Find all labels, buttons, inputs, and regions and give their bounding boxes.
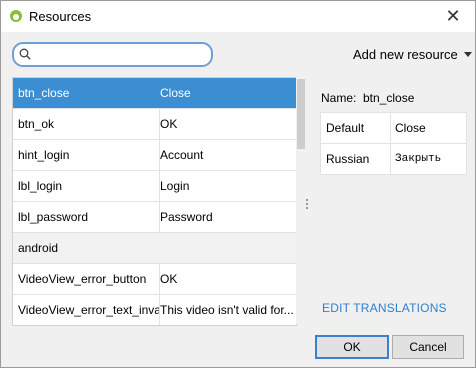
name-value: btn_close xyxy=(363,91,415,105)
resource-key[interactable]: hint_login xyxy=(13,140,160,170)
search-input[interactable] xyxy=(38,46,207,64)
translation-row[interactable]: Default Close xyxy=(321,113,466,144)
resource-value[interactable]: Password xyxy=(155,202,296,232)
resources-dialog: Resources ✕ Add new resource btn_close C… xyxy=(0,0,476,368)
resource-key[interactable]: VideoView_error_text_inva xyxy=(13,295,160,325)
table-row[interactable]: lbl_password Password xyxy=(13,202,296,233)
resource-key[interactable]: VideoView_error_button xyxy=(13,264,160,294)
resource-value[interactable]: This video isn't valid for... xyxy=(155,295,296,325)
resource-value xyxy=(155,233,296,263)
name-label: Name: xyxy=(321,91,357,105)
resource-key[interactable]: btn_close xyxy=(13,78,160,108)
translation-language: Default xyxy=(321,113,391,143)
resource-value[interactable]: Account xyxy=(155,140,296,170)
table-row[interactable]: VideoView_error_text_inva This video isn… xyxy=(13,295,296,325)
android-studio-icon xyxy=(10,10,22,22)
ok-button[interactable]: OK xyxy=(315,335,389,359)
translation-row[interactable]: Russian Закрыть xyxy=(321,144,466,174)
table-row[interactable]: btn_ok OK xyxy=(13,109,296,140)
search-box[interactable] xyxy=(12,42,213,67)
resource-key[interactable]: btn_ok xyxy=(13,109,160,139)
resource-value[interactable]: OK xyxy=(155,109,296,139)
resource-key[interactable]: lbl_password xyxy=(13,202,160,232)
resource-value[interactable]: Close xyxy=(155,78,296,108)
translation-language: Russian xyxy=(321,144,391,174)
close-icon[interactable]: ✕ xyxy=(439,4,467,28)
resource-value[interactable]: OK xyxy=(155,264,296,294)
window-title: Resources xyxy=(29,9,92,24)
scrollbar-thumb[interactable] xyxy=(297,79,305,149)
resource-key[interactable]: lbl_login xyxy=(13,171,160,201)
table-row[interactable]: VideoView_error_button OK xyxy=(13,264,296,295)
table-row[interactable]: btn_close Close xyxy=(13,78,296,109)
splitter-handle[interactable] xyxy=(306,199,309,213)
table-row[interactable]: hint_login Account xyxy=(13,140,296,171)
translation-value[interactable]: Закрыть xyxy=(391,144,465,174)
translations-table: Default Close Russian Закрыть xyxy=(320,112,467,175)
table-row[interactable]: lbl_login Login xyxy=(13,171,296,202)
add-new-resource-label: Add new resource xyxy=(353,47,458,62)
chevron-down-icon xyxy=(463,52,472,57)
resource-value[interactable]: Login xyxy=(155,171,296,201)
search-icon xyxy=(19,48,31,60)
table-scrollbar[interactable] xyxy=(296,77,306,324)
edit-translations-link[interactable]: EDIT TRANSLATIONS xyxy=(322,301,447,315)
resource-group-name[interactable]: android xyxy=(13,233,160,263)
add-new-resource-dropdown[interactable]: Add new resource xyxy=(353,47,472,62)
cancel-button[interactable]: Cancel xyxy=(392,335,464,359)
title-bar: Resources ✕ xyxy=(1,1,475,32)
translation-value[interactable]: Close xyxy=(391,113,465,143)
resource-table: btn_close Close btn_ok OK hint_login Acc… xyxy=(12,77,297,326)
table-group-row[interactable]: android xyxy=(13,233,296,264)
